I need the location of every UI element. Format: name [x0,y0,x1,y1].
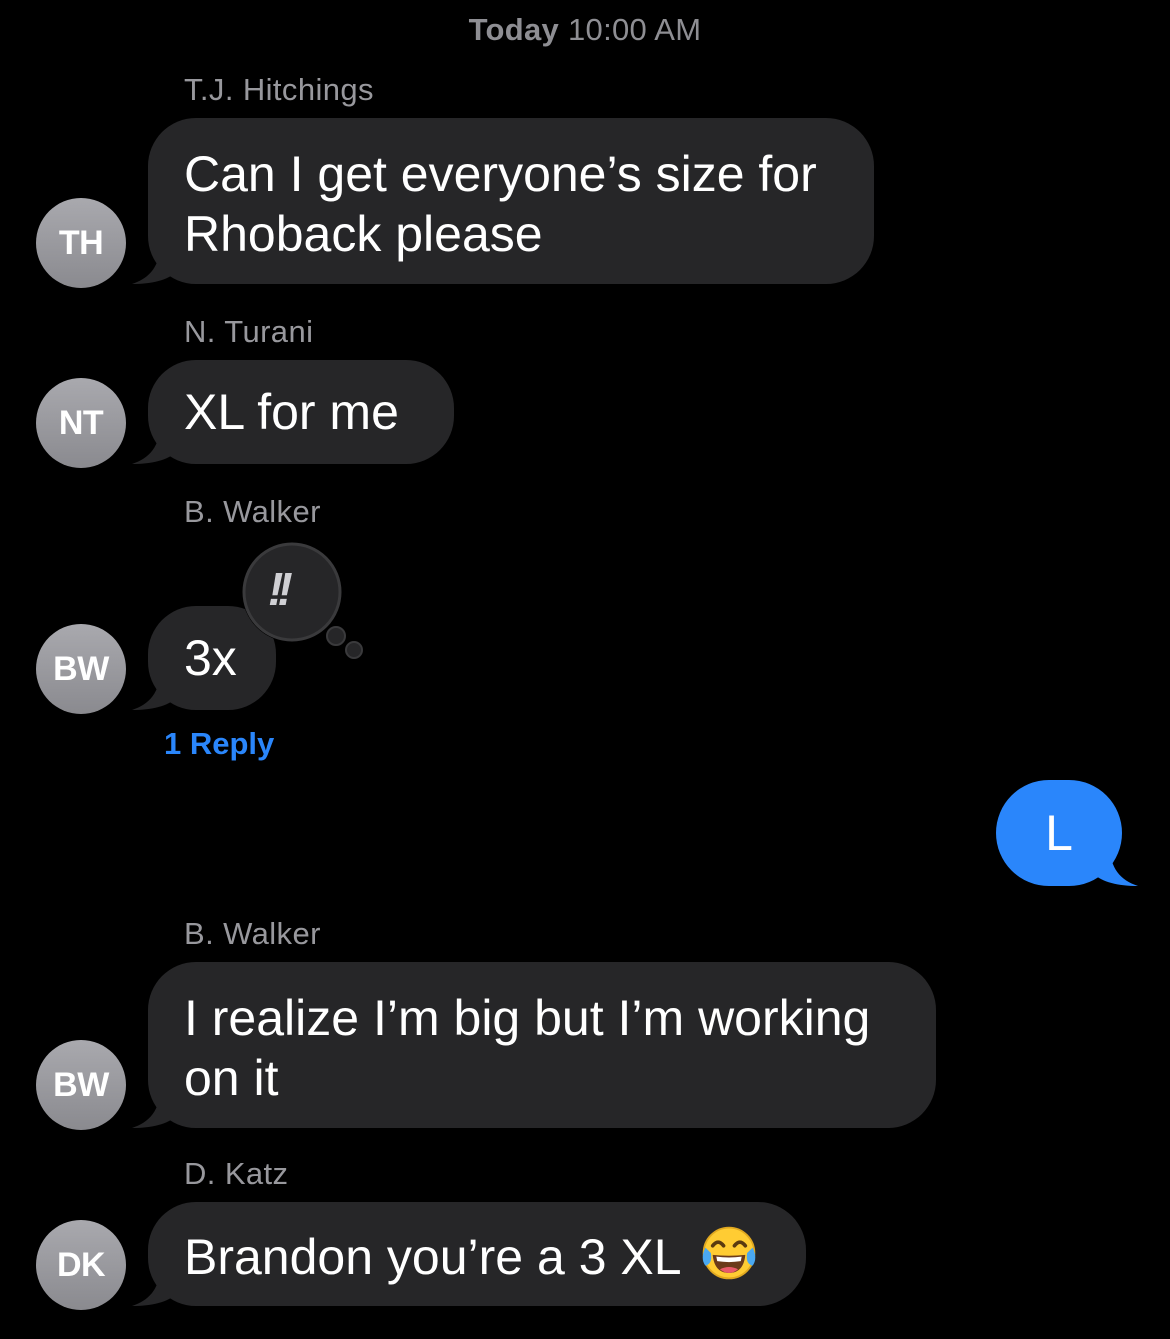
message-text-line: on it [184,1050,279,1106]
sender-name: N. Turani [184,314,314,349]
bubble-tail [132,244,176,284]
outgoing-message-text: L [1045,805,1073,861]
tapback-reaction-icon[interactable] [240,540,370,660]
tapback-emphasis-label: !! [268,563,293,615]
timestamp-time: 10:00 AM [568,12,702,47]
conversation-timestamp: Today 10:00 AM [0,12,1170,48]
avatar[interactable]: NT [36,378,126,468]
message-text-line: I realize I’m big but I’m working [184,990,871,1046]
message-bubble[interactable]: XL for me [132,360,454,464]
bubble-tail [1094,846,1138,886]
thread-reply-link[interactable]: 1 Reply [164,726,274,762]
message-text: XL for me [184,384,399,440]
avatar[interactable]: TH [36,198,126,288]
message-text: 3x [184,630,237,686]
bubble-tail [132,424,176,464]
message-bubble[interactable]: Can I get everyone’s size for Rhoback pl… [132,118,874,284]
avatar[interactable]: BW [36,1040,126,1130]
message-text-line: Can I get everyone’s size for [184,146,817,202]
avatar[interactable]: BW [36,624,126,714]
timestamp-day: Today [468,12,560,47]
message-text-line: Rhoback please [184,206,543,262]
sender-name: B. Walker [184,916,321,951]
sender-name: B. Walker [184,494,321,529]
message-text: Brandon you’re a 3 XL [184,1229,680,1285]
face-with-tears-of-joy-icon [702,1226,755,1280]
outgoing-message-bubble[interactable]: L [996,780,1138,886]
message-bubble[interactable]: Brandon you’re a 3 XL [132,1202,806,1306]
sender-name: T.J. Hitchings [184,72,374,107]
bubble-tail [132,670,176,710]
bubble-tail [132,1266,176,1306]
avatar[interactable]: DK [36,1220,126,1310]
bubble-tail [132,1088,176,1128]
sender-name: D. Katz [184,1156,289,1191]
conversation-view[interactable]: Today 10:00 AM T.J. Hitchings TH Can I g… [0,0,1170,1339]
message-bubble[interactable]: I realize I’m big but I’m working on it [132,962,936,1128]
